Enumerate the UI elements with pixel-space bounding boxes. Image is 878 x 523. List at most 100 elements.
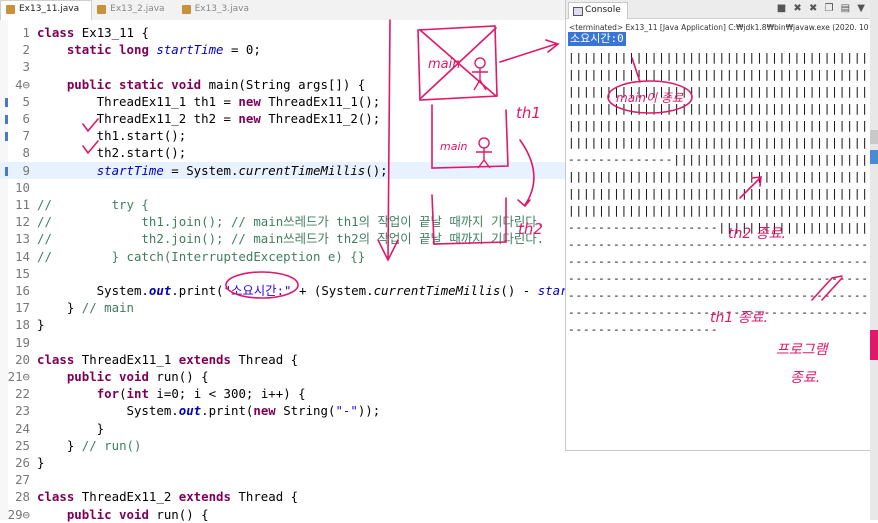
code-text: th2.start(); (37, 145, 187, 161)
line-number: 23 (15, 403, 30, 419)
line-number: 24 (15, 420, 30, 436)
line-number: 17 (15, 300, 30, 316)
code-text: // th1.join(); // main쓰레드가 th1의 작업이 끝날 때… (37, 214, 545, 230)
code-text: } (37, 420, 105, 436)
code-text: for(int i=0; i < 300; i++) { (96, 386, 306, 402)
line-number: 6 (22, 111, 30, 126)
code-line[interactable]: 21⊖ public void run() { (0, 368, 565, 385)
code-line[interactable]: 13 // th2.join(); // main쓰레드가 th2의 작업이 끝날… (0, 230, 565, 247)
code-line[interactable]: 26} (0, 454, 565, 471)
line-number: 5 (22, 93, 30, 109)
code-line[interactable]: 24 } (0, 420, 565, 437)
line-number: 3 (22, 59, 30, 75)
line-number: 14 (15, 248, 30, 264)
code-line[interactable]: 10 (0, 179, 565, 196)
code-line[interactable]: 16 System.out.print("소요시간:" + (System.cu… (0, 282, 627, 299)
tab-label: Ex13_3.java (194, 4, 249, 14)
code-text: // } catch(InterruptedException e) {} (37, 248, 366, 264)
code-line[interactable]: 25 } // run() (0, 437, 565, 454)
line-number: 27 (15, 472, 30, 488)
console-output-line: ||||||||||||||||||||||||||||||||||||||||… (568, 51, 870, 64)
code-text: th1.start(); (37, 128, 187, 144)
code-text: } // run() (37, 437, 142, 453)
code-text: System.out.print(new String("-")); (37, 403, 381, 419)
console-output[interactable]: 소요시간:0 |||||||||||||||||||||||||||||||||… (568, 32, 870, 452)
code-text: ThreadEx11_1 th1 = new ThreadEx11_1(); (37, 93, 381, 109)
code-line[interactable]: 1 class Ex13_11 { (0, 24, 565, 41)
console-output-line: ||||||||||||||||||||||||||||||||||||||||… (568, 204, 870, 217)
code-line[interactable]: 23 System.out.print(new String("-")); (0, 402, 565, 419)
line-number: 29⊖ (7, 506, 30, 522)
tab-1[interactable]: Ex13_2.java (92, 1, 176, 20)
code-line[interactable]: 12 // th1.join(); // main쓰레드가 th1의 작업이 끝날… (0, 213, 565, 230)
code-editor[interactable]: 1 class Ex13_11 {2 static long startTime … (0, 20, 627, 523)
line-number: 8 (22, 145, 30, 161)
console-output-line: ----------------------------------------… (568, 289, 870, 302)
code-line[interactable]: 20 class ThreadEx11_1 extends Thread { (0, 351, 565, 368)
code-line[interactable]: 17 } // main (0, 299, 565, 316)
console-output-line: ||||||||||||||||||||||||||||||||||||||||… (568, 170, 870, 183)
console-output-line: -------------------- (568, 323, 719, 336)
code-line[interactable]: 3 (0, 58, 565, 75)
console-output-line: ----------------------------------------… (568, 272, 870, 285)
code-line[interactable]: 4⊖ public static void main(String args[]… (0, 76, 565, 93)
code-line[interactable]: 15 (0, 265, 565, 282)
line-number: 12 (15, 214, 30, 230)
code-line[interactable]: 2 static long startTime = 0; (0, 41, 565, 58)
selected-output: 소요시간:0 (568, 32, 626, 46)
code-line[interactable]: 5 ThreadEx11_1 th1 = new ThreadEx11_1(); (0, 93, 565, 110)
line-number: 9 (22, 162, 30, 178)
tab-label: Ex13_11.java (19, 4, 80, 14)
code-line[interactable]: 29⊖ public void run() { (0, 506, 565, 523)
code-text: // th2.join(); // main쓰레드가 th2의 작업이 끝날 때… (37, 231, 545, 247)
console-output-line: ----------------------------------------… (568, 306, 870, 319)
console-view: Console ■ ✖ ✖ ❐ ▤ ▼ <terminated> Ex13_11… (565, 0, 871, 451)
editor-tab-bar: Ex13_11.java Ex13_2.java Ex13_3.java (0, 0, 565, 21)
line-number: 20 (15, 351, 30, 367)
console-tab[interactable]: Console (568, 2, 628, 19)
line-number: 26 (15, 455, 30, 470)
code-line[interactable]: 6 ThreadEx11_2 th2 = new ThreadEx11_2(); (0, 110, 565, 127)
tab-label: Ex13_2.java (110, 4, 165, 14)
console-output-line: ||||||||||||||||||||||||||||||||||||||||… (568, 102, 870, 115)
console-output-line: ||||||||||||||||||||||||||||||||||||||||… (568, 68, 870, 81)
code-text: startTime = System.currentTimeMillis(); (96, 162, 388, 178)
code-line[interactable]: 11 // try { (0, 196, 565, 213)
console-output-line: ||||||||||||||||||||||||||||||||||||||||… (568, 136, 870, 149)
code-line[interactable]: 14 // } catch(InterruptedException e) {} (0, 248, 565, 265)
line-number: 7 (22, 128, 30, 144)
console-output-line: --------------------||||||||||||||||||||… (568, 221, 870, 234)
line-number: 15 (15, 265, 30, 281)
line-number: 25 (15, 437, 30, 453)
code-text: class Ex13_11 { (37, 25, 149, 40)
console-output-line: ||||||||||||||||||||||||||||||||||||||||… (568, 85, 870, 98)
tab-0[interactable]: Ex13_11.java (0, 0, 93, 20)
code-line[interactable]: 27 (0, 471, 565, 488)
line-number: 21⊖ (7, 369, 30, 384)
console-tab-label: Console (585, 5, 621, 15)
line-number: 28 (15, 489, 30, 505)
line-number: 11 (15, 197, 30, 212)
code-line[interactable]: 8 th2.start(); (0, 144, 565, 161)
java-file-icon (6, 5, 15, 14)
console-output-line: ----------------------------------------… (568, 255, 870, 268)
console-output-line: --------------||||||||||||||||||||||||||… (568, 153, 870, 166)
code-line[interactable]: 19 (0, 334, 565, 351)
strip-icon[interactable] (870, 150, 878, 164)
line-number: 19 (15, 334, 30, 350)
console-toolbar-icons[interactable]: ■ ✖ ✖ ❐ ▤ ▼ (777, 0, 867, 18)
code-text: ThreadEx11_2 th2 = new ThreadEx11_2(); (37, 111, 381, 126)
code-line[interactable]: 7 th1.start(); (0, 127, 565, 144)
code-line[interactable]: 22 for(int i=0; i < 300; i++) { (0, 385, 565, 402)
console-output-line: ||||||||||||||||||||||||||||||||||||||||… (568, 187, 870, 200)
strip-icon[interactable] (870, 130, 878, 144)
tab-2[interactable]: Ex13_3.java (177, 1, 261, 20)
code-line[interactable]: 18} (0, 316, 565, 333)
code-line[interactable]: 28 class ThreadEx11_2 extends Thread { (0, 488, 565, 505)
code-text: public static void main(String args[]) { (66, 76, 366, 92)
java-file-icon (181, 5, 191, 14)
code-line[interactable]: 9 startTime = System.currentTimeMillis()… (0, 161, 565, 179)
java-file-icon (97, 5, 107, 14)
code-text: static long startTime = 0; (66, 42, 261, 58)
right-toolbar-strip (870, 0, 878, 520)
